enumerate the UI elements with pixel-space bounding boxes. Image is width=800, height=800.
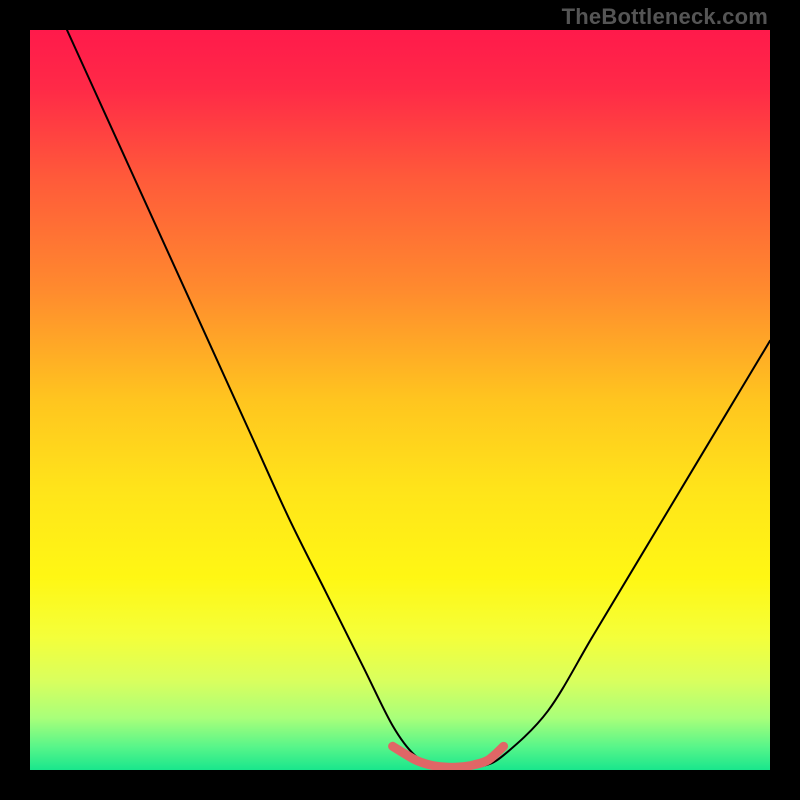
- plot-area: [30, 30, 770, 770]
- gradient-background: [30, 30, 770, 770]
- watermark-text: TheBottleneck.com: [562, 4, 768, 30]
- chart-frame: TheBottleneck.com: [0, 0, 800, 800]
- chart-svg: [30, 30, 770, 770]
